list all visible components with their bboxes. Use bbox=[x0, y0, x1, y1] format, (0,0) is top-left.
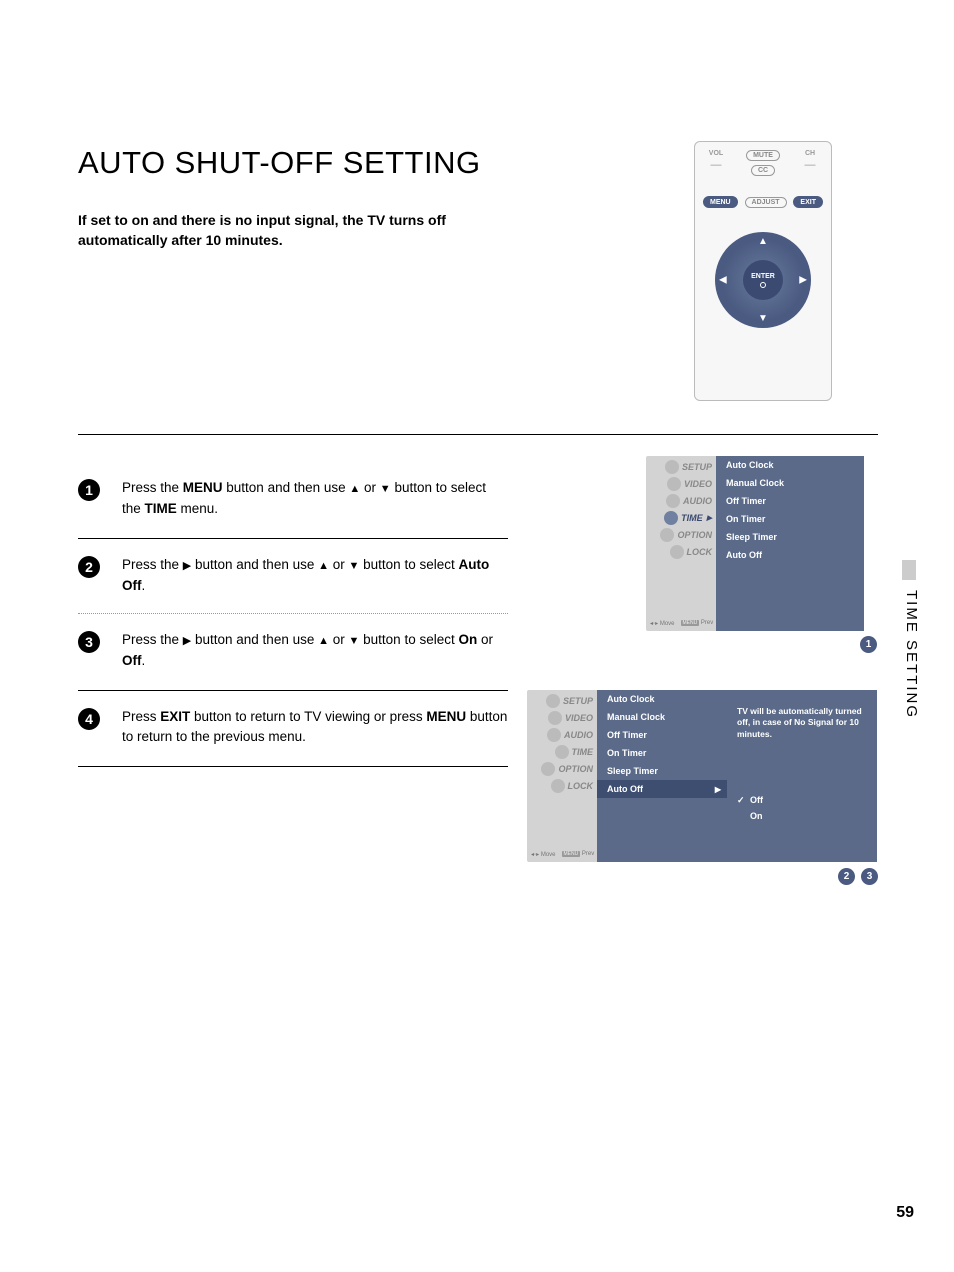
exit-button: EXIT bbox=[793, 196, 823, 208]
vol-label: VOL bbox=[703, 150, 729, 157]
remote-illustration: VOL — MUTE CC CH — MENU ADJUST EXIT ▲ ▼ … bbox=[694, 141, 832, 401]
osd-tab: SETUP bbox=[541, 692, 593, 709]
option-off: ✓Off bbox=[737, 792, 867, 808]
arrow-up-icon: ▲ bbox=[349, 481, 360, 498]
osd-menu-item-selected: Auto Off▶ bbox=[597, 780, 727, 798]
section-divider bbox=[78, 434, 878, 435]
osd-menu-item: Auto Clock bbox=[716, 456, 864, 474]
arrow-down-icon: ▼ bbox=[349, 633, 360, 650]
enter-button: ENTER bbox=[743, 260, 783, 300]
osd-tab: OPTION bbox=[660, 526, 712, 543]
osd-menu-list: Auto Clock Manual Clock Off Timer On Tim… bbox=[716, 456, 864, 631]
step-number: 3 bbox=[78, 631, 100, 653]
arrow-right-icon: ▶ bbox=[715, 785, 721, 794]
cc-button: CC bbox=[751, 165, 775, 176]
arrow-down-icon: ▼ bbox=[380, 481, 391, 498]
osd-tab: AUDIO bbox=[541, 726, 593, 743]
osd-tab: LOCK bbox=[660, 543, 712, 560]
osd-tab: AUDIO bbox=[660, 492, 712, 509]
arrow-right-icon: ▶ bbox=[799, 275, 807, 286]
vol-minus: — bbox=[703, 159, 729, 171]
reference-badge-2: 2 bbox=[838, 868, 855, 885]
osd-menu-item: On Timer bbox=[716, 510, 864, 528]
step-3: 3 Press the ▶ button and then use ▲ or ▼… bbox=[78, 614, 508, 691]
osd-screenshot-2: SETUP VIDEO AUDIO TIME OPTION LOCK ◂◦▸ M… bbox=[527, 690, 877, 862]
osd-tab: OPTION bbox=[541, 760, 593, 777]
prev-hint: MENU Prev bbox=[681, 620, 714, 627]
menu-button: MENU bbox=[703, 196, 738, 208]
arrow-left-icon: ◀ bbox=[719, 275, 727, 286]
osd-detail-pane: TV will be automatically turned off, in … bbox=[727, 690, 877, 862]
arrow-up-icon: ▲ bbox=[318, 558, 329, 575]
step-number: 1 bbox=[78, 479, 100, 501]
prev-hint: MENU Prev bbox=[562, 851, 595, 858]
osd-menu-item: Auto Clock bbox=[597, 690, 727, 708]
osd-menu-item: Off Timer bbox=[597, 726, 727, 744]
osd-menu-item: Manual Clock bbox=[716, 474, 864, 492]
osd-menu-item: Auto Off bbox=[716, 546, 864, 564]
instruction-steps: 1 Press the MENU button and then use ▲ o… bbox=[78, 462, 508, 767]
osd-tab: VIDEO bbox=[541, 709, 593, 726]
osd-tab-list: SETUP VIDEO AUDIO TIME OPTION LOCK ◂◦▸ M… bbox=[527, 690, 597, 862]
osd-tab-list: SETUP VIDEO AUDIO TIME▶ OPTION LOCK ◂◦▸ … bbox=[646, 456, 716, 631]
arrow-right-icon: ▶ bbox=[183, 558, 191, 575]
ch-minus: — bbox=[797, 159, 823, 171]
osd-menu-item: Sleep Timer bbox=[716, 528, 864, 546]
osd-tab-active: TIME▶ bbox=[660, 509, 712, 526]
page-number: 59 bbox=[896, 1204, 914, 1222]
step-2: 2 Press the ▶ button and then use ▲ or ▼… bbox=[78, 539, 508, 609]
osd-menu-item: On Timer bbox=[597, 744, 727, 762]
reference-badge-3: 3 bbox=[861, 868, 878, 885]
mute-button: MUTE bbox=[746, 150, 780, 161]
step-number: 4 bbox=[78, 708, 100, 730]
reference-badge-1: 1 bbox=[860, 636, 877, 653]
osd-menu-item: Off Timer bbox=[716, 492, 864, 510]
move-hint: ◂◦▸ Move bbox=[650, 620, 675, 627]
osd-menu-list: Auto Clock Manual Clock Off Timer On Tim… bbox=[597, 690, 727, 862]
dpad: ▲ ▼ ◀ ▶ ENTER bbox=[715, 232, 811, 328]
move-hint: ◂◦▸ Move bbox=[531, 851, 556, 858]
option-on: ✓On bbox=[737, 808, 867, 824]
adjust-button: ADJUST bbox=[745, 197, 787, 208]
side-tab-label: TIME SETTING bbox=[903, 590, 920, 719]
osd-screenshot-1: SETUP VIDEO AUDIO TIME▶ OPTION LOCK ◂◦▸ … bbox=[646, 456, 866, 631]
arrow-up-icon: ▲ bbox=[758, 236, 768, 247]
side-tab-marker bbox=[902, 560, 916, 580]
osd-menu-item: Sleep Timer bbox=[597, 762, 727, 780]
arrow-up-icon: ▲ bbox=[318, 633, 329, 650]
arrow-down-icon: ▼ bbox=[758, 313, 768, 324]
osd-tab: SETUP bbox=[660, 458, 712, 475]
osd-tab: VIDEO bbox=[660, 475, 712, 492]
osd-menu-item: Manual Clock bbox=[597, 708, 727, 726]
ch-label: CH bbox=[797, 150, 823, 157]
osd-tab: LOCK bbox=[541, 777, 593, 794]
osd-note-text: TV will be automatically turned off, in … bbox=[737, 706, 867, 740]
step-number: 2 bbox=[78, 556, 100, 578]
arrow-down-icon: ▼ bbox=[349, 558, 360, 575]
step-4: 4 Press EXIT button to return to TV view… bbox=[78, 691, 508, 768]
page-title: AUTO SHUT-OFF SETTING bbox=[78, 145, 481, 181]
step-1: 1 Press the MENU button and then use ▲ o… bbox=[78, 462, 508, 539]
intro-text: If set to on and there is no input signa… bbox=[78, 210, 498, 251]
osd-tab: TIME bbox=[541, 743, 593, 760]
arrow-right-icon: ▶ bbox=[183, 633, 191, 650]
